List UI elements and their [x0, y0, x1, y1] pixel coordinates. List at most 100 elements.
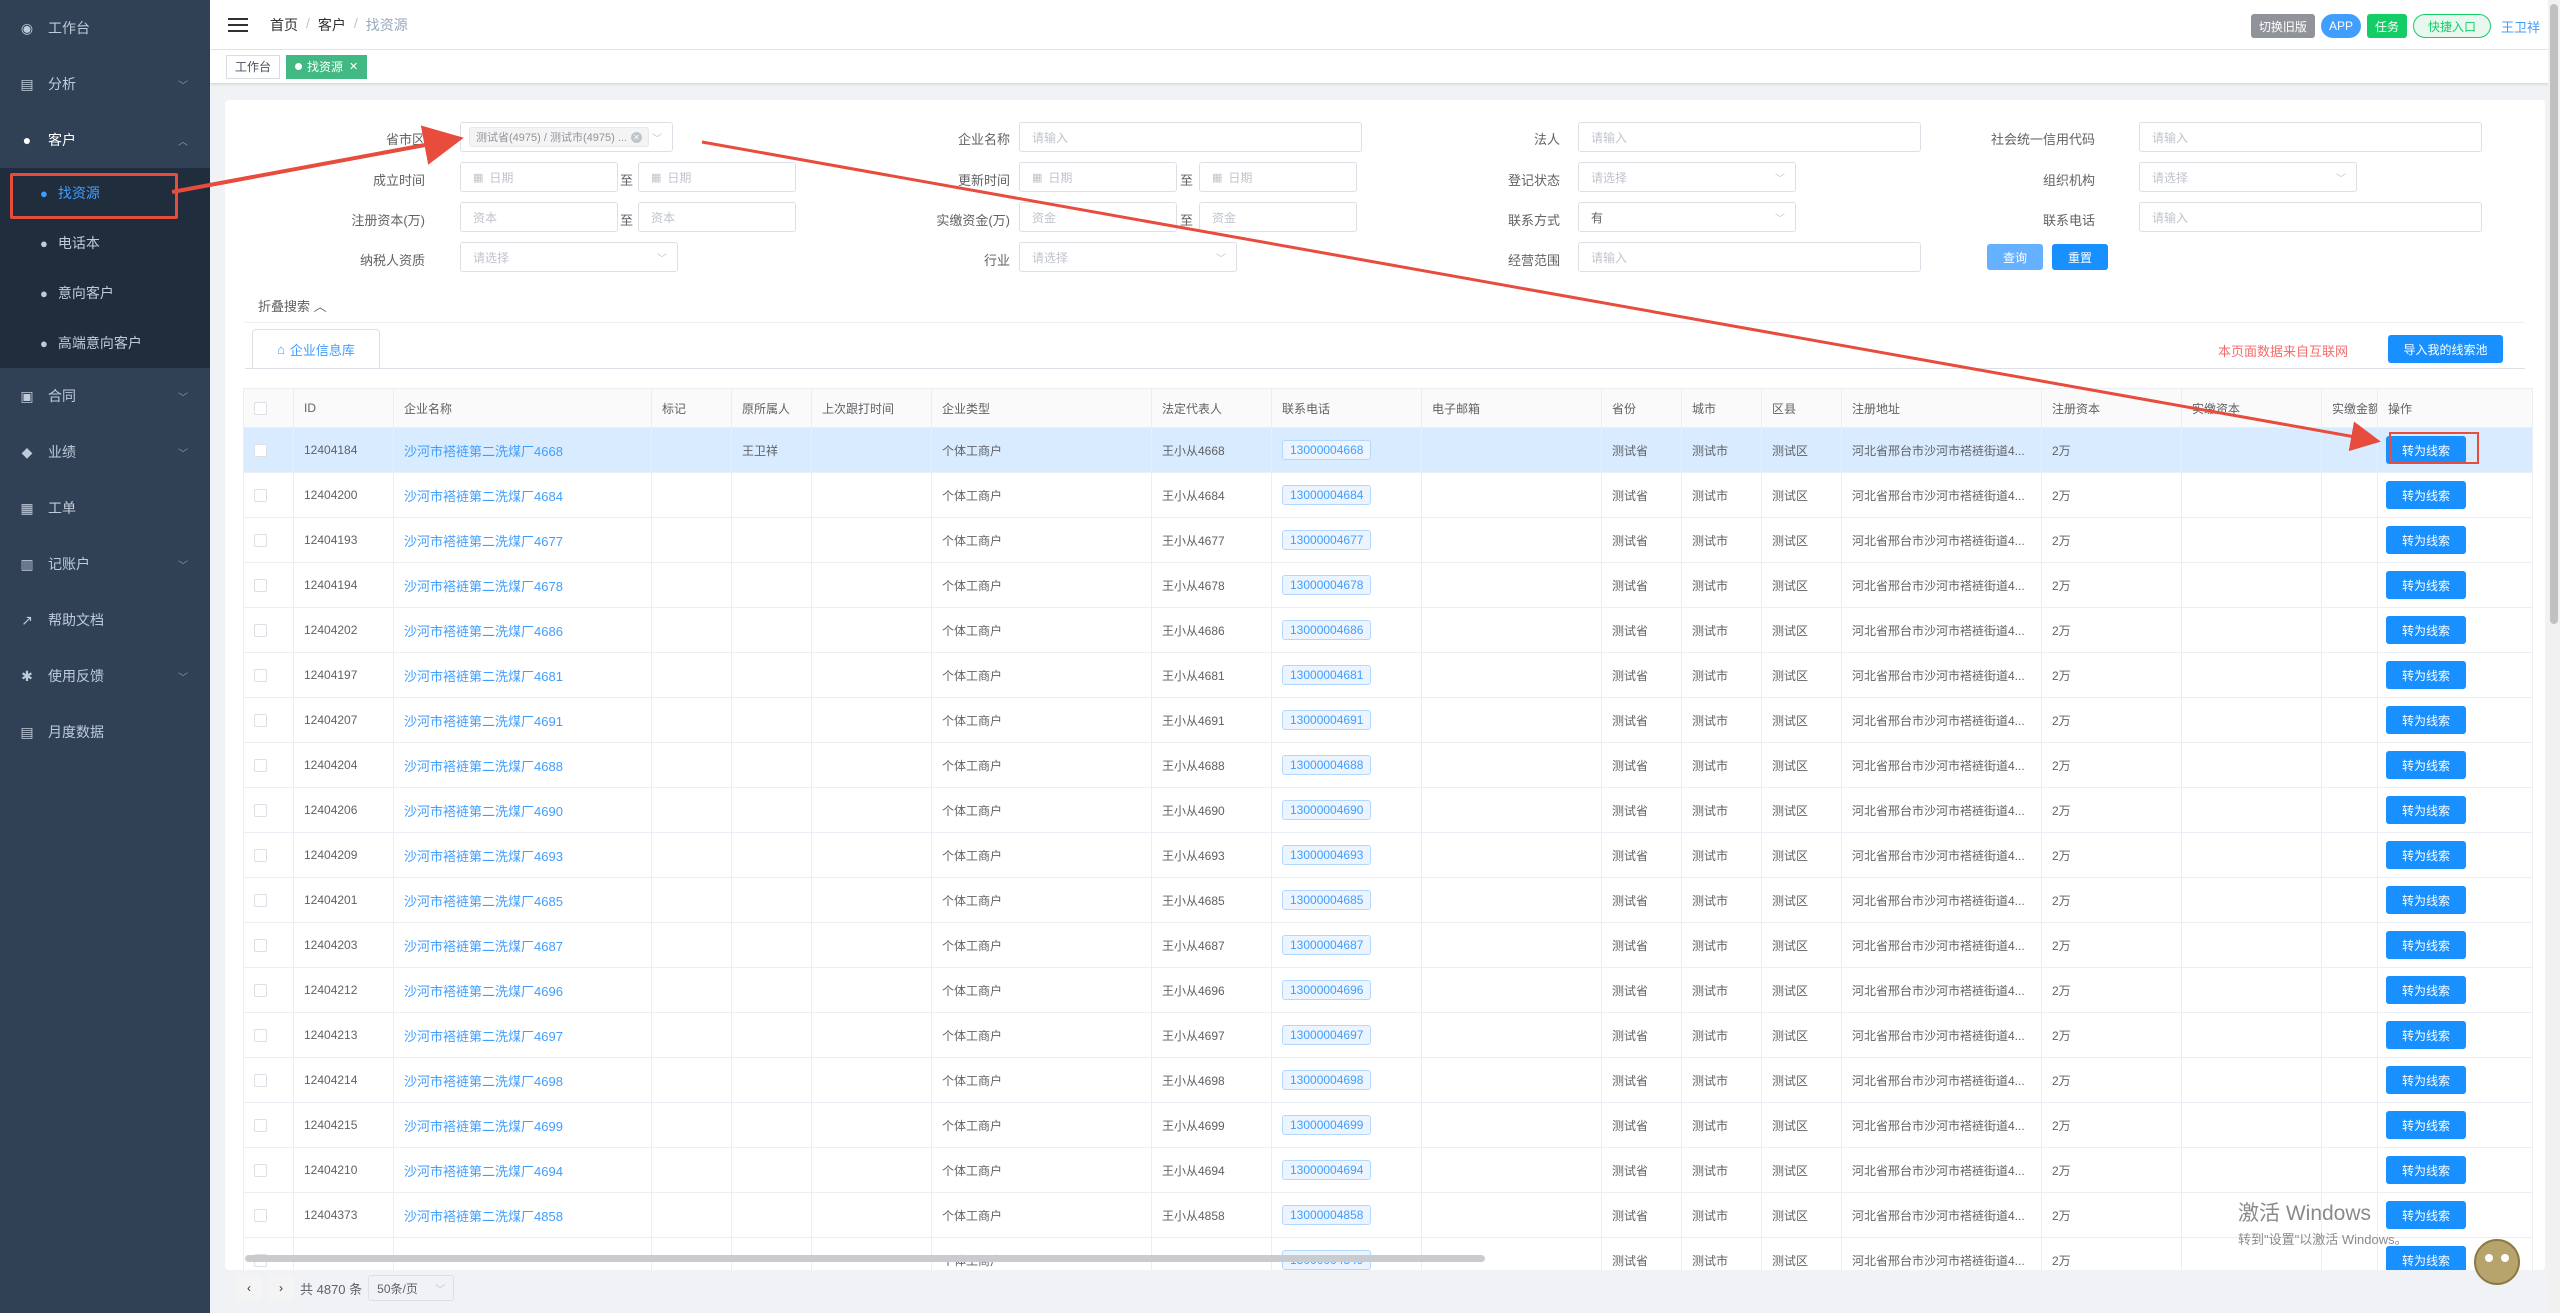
update-start-date[interactable]: ▦ 日期 — [1019, 162, 1177, 192]
table-row[interactable]: 12404207 沙河市褡裢第二洗煤厂4691 个体工商户 王小从4691 130000… — [243, 698, 2533, 743]
page-size-select[interactable]: 50条/页 ﹀ — [368, 1275, 455, 1301]
table-row[interactable]: 12404193 沙河市褡裢第二洗煤厂4677 个体工商户 王小从4677 130000… — [243, 518, 2533, 563]
convert-to-lead-button[interactable]: 转为线索 — [2386, 886, 2466, 914]
row-checkbox[interactable] — [254, 1208, 267, 1222]
row-checkbox[interactable] — [254, 1028, 267, 1042]
convert-to-lead-button[interactable]: 转为线索 — [2386, 1111, 2466, 1139]
sidebar-item-feedback[interactable]: ✱ 使用反馈 ﹀ — [0, 648, 210, 704]
sidebar-item-monthly-data[interactable]: ▤ 月度数据 — [0, 704, 210, 760]
table-row[interactable]: 12404194 沙河市褡裢第二洗煤厂4678 个体工商户 王小从4678 130000… — [243, 563, 2533, 608]
sidebar-item-analysis[interactable]: ▤ 分析 ﹀ — [0, 56, 210, 112]
sidebar-item-intent-customers[interactable]: ● 意向客户 — [0, 268, 210, 318]
company-name-text[interactable]: 沙河市褡裢第二洗煤厂4696 — [404, 981, 563, 1000]
phone-text[interactable]: 13000004693 — [1282, 845, 1372, 865]
phone-text[interactable]: 13000004858 — [1282, 1205, 1372, 1225]
company-name-text[interactable]: 沙河市褡裢第二洗煤厂4684 — [404, 486, 563, 505]
phone-text[interactable]: 13000004686 — [1282, 620, 1372, 640]
row-checkbox[interactable] — [254, 1073, 267, 1087]
sidebar-item-help-docs[interactable]: ↗ 帮助文档 — [0, 592, 210, 648]
table-row[interactable]: 12404202 沙河市褡裢第二洗煤厂4686 个体工商户 王小从4686 130000… — [243, 608, 2533, 653]
update-end-date[interactable]: ▦ 日期 — [1199, 162, 1357, 192]
row-checkbox[interactable] — [254, 713, 267, 727]
row-checkbox[interactable] — [254, 1118, 267, 1132]
task-button[interactable]: 任务 — [2366, 14, 2407, 38]
next-page-button[interactable]: › — [268, 1275, 294, 1301]
user-name[interactable]: 王卫祥 — [2501, 17, 2540, 36]
company-name-text[interactable]: 沙河市褡裢第二洗煤厂4691 — [404, 711, 563, 730]
sidebar-item-accounts[interactable]: ▥ 记账户 ﹀ — [0, 536, 210, 592]
convert-to-lead-button[interactable]: 转为线索 — [2386, 931, 2466, 959]
table-row[interactable]: 12404373 沙河市褡裢第二洗煤厂4858 个体工商户 王小从4858 130000… — [243, 1193, 2533, 1238]
phone-text[interactable]: 13000004691 — [1282, 710, 1372, 730]
convert-to-lead-button[interactable]: 转为线索 — [2386, 481, 2466, 509]
company-name-input[interactable]: 请输入 — [1019, 122, 1362, 152]
horizontal-scrollbar[interactable] — [245, 1255, 1485, 1262]
tab-enterprise-database[interactable]: ⌂ 企业信息库 — [252, 329, 380, 369]
convert-to-lead-button[interactable]: 转为线索 — [2386, 616, 2466, 644]
paid-capital-min[interactable]: 资金 — [1019, 202, 1177, 232]
founded-end-date[interactable]: ▦ 日期 — [638, 162, 796, 192]
company-name-text[interactable]: 沙河市褡裢第二洗煤厂4693 — [404, 846, 563, 865]
table-row[interactable]: 12404184 沙河市褡裢第二洗煤厂4668 王卫祥 个体工商户 王小从4668 130… — [243, 428, 2533, 473]
table-row[interactable]: 12404213 沙河市褡裢第二洗煤厂4697 个体工商户 王小从4697 130000… — [243, 1013, 2533, 1058]
legal-person-input[interactable]: 请输入 — [1578, 122, 1921, 152]
close-icon[interactable]: ✕ — [631, 131, 642, 143]
convert-to-lead-button[interactable]: 转为线索 — [2386, 1156, 2466, 1184]
import-lead-pool-button[interactable]: 导入我的线索池 — [2388, 335, 2503, 363]
tag-find-resources[interactable]: 找资源 ✕ — [286, 54, 368, 79]
convert-to-lead-button[interactable]: 转为线索 — [2386, 436, 2466, 464]
organization-select[interactable]: 请选择 ﹀ — [2139, 162, 2357, 192]
company-name-text[interactable]: 沙河市褡裢第二洗煤厂4685 — [404, 891, 563, 910]
row-checkbox[interactable] — [254, 893, 267, 907]
convert-to-lead-button[interactable]: 转为线索 — [2386, 661, 2466, 689]
convert-to-lead-button[interactable]: 转为线索 — [2386, 796, 2466, 824]
convert-to-lead-button[interactable]: 转为线索 — [2386, 841, 2466, 869]
row-checkbox[interactable] — [254, 803, 267, 817]
convert-to-lead-button[interactable]: 转为线索 — [2386, 526, 2466, 554]
table-row[interactable]: 12404197 沙河市褡裢第二洗煤厂4681 个体工商户 王小从4681 130000… — [243, 653, 2533, 698]
company-name-text[interactable]: 沙河市褡裢第二洗煤厂4686 — [404, 621, 563, 640]
reg-capital-max[interactable]: 资本 — [638, 202, 796, 232]
tag-workbench[interactable]: 工作台 — [226, 54, 281, 79]
row-checkbox[interactable] — [254, 848, 267, 862]
company-name-text[interactable]: 沙河市褡裢第二洗煤厂4678 — [404, 576, 563, 595]
table-row[interactable]: 12404206 沙河市褡裢第二洗煤厂4690 个体工商户 王小从4690 130000… — [243, 788, 2533, 833]
switch-old-version-button[interactable]: 切换旧版 — [2250, 14, 2315, 38]
business-scope-input[interactable]: 请输入 — [1578, 242, 1921, 272]
company-name-text[interactable]: 沙河市褡裢第二洗煤厂4681 — [404, 666, 563, 685]
company-name-text[interactable]: 沙河市褡裢第二洗煤厂4668 — [404, 441, 563, 460]
app-button[interactable]: APP — [2320, 14, 2361, 38]
phone-text[interactable]: 13000004685 — [1282, 890, 1372, 910]
reset-button[interactable]: 重置 — [2052, 244, 2108, 270]
table-row[interactable]: 个体工商户 13000004849 测试省 测试市 测试区 河北省邢台市沙河市褡裢街道4.… — [243, 1238, 2533, 1270]
contact-method-select[interactable]: 有 ﹀ — [1578, 202, 1796, 232]
sidebar-item-performance[interactable]: ◆ 业绩 ﹀ — [0, 424, 210, 480]
company-name-text[interactable]: 沙河市褡裢第二洗煤厂4688 — [404, 756, 563, 775]
convert-to-lead-button[interactable]: 转为线索 — [2386, 1066, 2466, 1094]
sidebar-item-customer[interactable]: ● 客户 ︿ — [0, 112, 210, 168]
convert-to-lead-button[interactable]: 转为线索 — [2386, 706, 2466, 734]
reg-capital-min[interactable]: 资本 — [460, 202, 618, 232]
select-all-checkbox[interactable] — [254, 401, 267, 415]
phone-text[interactable]: 13000004681 — [1282, 665, 1372, 685]
scrollbar-thumb[interactable] — [2550, 4, 2558, 624]
hamburger-icon[interactable] — [228, 17, 248, 32]
phone-text[interactable]: 13000004678 — [1282, 575, 1372, 595]
phone-text[interactable]: 13000004699 — [1282, 1115, 1372, 1135]
table-row[interactable]: 12404214 沙河市褡裢第二洗煤厂4698 个体工商户 王小从4698 130000… — [243, 1058, 2533, 1103]
breadcrumb-home[interactable]: 首页 — [270, 15, 298, 35]
phone-text[interactable]: 13000004694 — [1282, 1160, 1372, 1180]
convert-to-lead-button[interactable]: 转为线索 — [2386, 571, 2466, 599]
prev-page-button[interactable]: ‹ — [236, 1275, 262, 1301]
phone-text[interactable]: 13000004697 — [1282, 1025, 1372, 1045]
founded-start-date[interactable]: ▦ 日期 — [460, 162, 618, 192]
table-row[interactable]: 12404203 沙河市褡裢第二洗煤厂4687 个体工商户 王小从4687 130000… — [243, 923, 2533, 968]
company-name-text[interactable]: 沙河市褡裢第二洗煤厂4694 — [404, 1161, 563, 1180]
row-checkbox[interactable] — [254, 758, 267, 772]
phone-text[interactable]: 13000004696 — [1282, 980, 1372, 1000]
row-checkbox[interactable] — [254, 533, 267, 547]
table-row[interactable]: 12404200 沙河市褡裢第二洗煤厂4684 个体工商户 王小从4684 130000… — [243, 473, 2533, 518]
company-name-text[interactable]: 沙河市褡裢第二洗煤厂4690 — [404, 801, 563, 820]
vertical-scrollbar[interactable] — [2548, 0, 2560, 1313]
sidebar-item-ticket[interactable]: ▦ 工单 — [0, 480, 210, 536]
